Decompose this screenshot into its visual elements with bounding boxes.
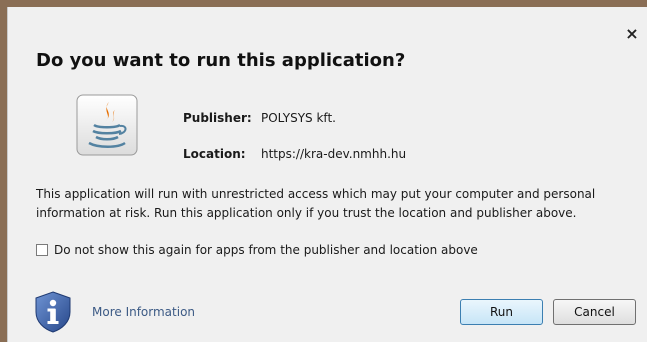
close-button[interactable]: × xyxy=(622,24,642,44)
risk-warning: This application will run with unrestric… xyxy=(36,185,636,223)
window-frame-left xyxy=(0,0,7,342)
shield-info-icon xyxy=(32,290,74,334)
publisher-row: Publisher: POLYSYS kft. xyxy=(183,111,406,147)
warning-line-1: This application will run with unrestric… xyxy=(36,187,596,201)
window-frame-top xyxy=(0,0,647,7)
cancel-button[interactable]: Cancel xyxy=(553,299,636,325)
app-info: Publisher: POLYSYS kft. Location: https:… xyxy=(183,111,406,183)
java-icon xyxy=(76,94,138,156)
location-row: Location: https://kra-dev.nmhh.hu xyxy=(183,147,406,183)
warning-line-2: information at risk. Run this applicatio… xyxy=(36,206,577,220)
run-button[interactable]: Run xyxy=(460,299,543,325)
dont-show-again-label[interactable]: Do not show this again for apps from the… xyxy=(54,243,478,257)
dialog-title: Do you want to run this application? xyxy=(36,50,406,71)
publisher-value: POLYSYS kft. xyxy=(261,111,336,125)
dont-show-again-option[interactable]: Do not show this again for apps from the… xyxy=(36,243,478,257)
location-value: https://kra-dev.nmhh.hu xyxy=(261,147,407,161)
dont-show-again-checkbox[interactable] xyxy=(36,244,48,256)
location-label: Location: xyxy=(183,147,246,161)
security-dialog: × Do you want to run this application? P… xyxy=(7,7,647,342)
close-icon: × xyxy=(625,24,639,43)
publisher-label: Publisher: xyxy=(183,111,252,125)
more-information-link[interactable]: More Information xyxy=(92,305,195,319)
